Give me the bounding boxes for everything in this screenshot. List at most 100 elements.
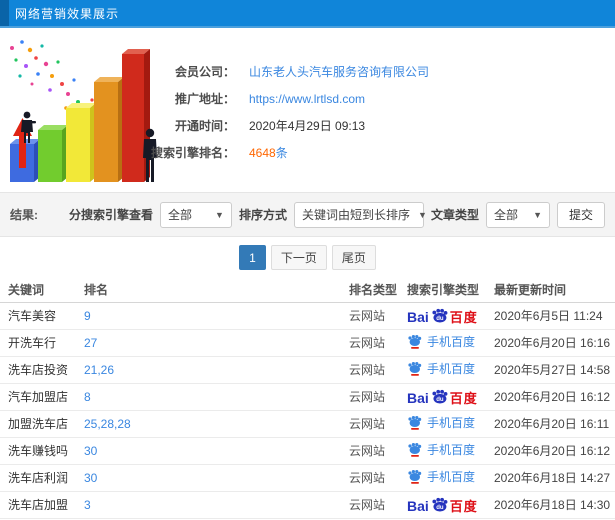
keyword-cell: 开洗车行	[0, 329, 80, 357]
rank-type-cell: 云网站	[345, 356, 403, 384]
rank-type-cell: 云网站	[345, 383, 403, 411]
page-header: 网络营销效果展示	[0, 0, 615, 28]
svg-text:du: du	[436, 504, 444, 510]
baidu-logo: Bai du 百度	[407, 307, 478, 324]
info-row-company: 会员公司： 山东老人头汽车服务咨询有限公司	[140, 58, 610, 85]
rank-cell: 9	[80, 302, 345, 330]
results-table: 关键词 排名 排名类型 搜索引擎类型 最新更新时间 汽车美容 9 云网站 Bai	[0, 278, 615, 519]
table-row: 洗车店利润 30 云网站 Bai du 百度	[0, 464, 615, 492]
updated-cell: 2020年5月27日 14:58	[490, 356, 615, 384]
updated-header: 最新更新时间	[490, 278, 615, 303]
svg-text:du: du	[436, 315, 444, 321]
rank-type-header: 排名类型	[345, 278, 403, 303]
rank-type-cell: 云网站	[345, 329, 403, 357]
baidu-logo-bai-text: Bai	[407, 308, 429, 325]
baidu-logo-cn-text: 百度	[449, 390, 478, 406]
updated-cell: 2020年6月18日 14:30	[490, 491, 615, 519]
baidu-logo-cn-text: 百度	[449, 309, 478, 325]
result-label: 结果:	[10, 208, 38, 222]
info-row-url: 推广地址： https://www.lrtlsd.com	[140, 85, 610, 112]
next-page-button[interactable]: 下一页	[270, 245, 327, 270]
article-type-select[interactable]: 全部 ▼	[485, 201, 550, 228]
keyword-cell: 洗车店利润	[0, 464, 80, 492]
engine-cell: Bai du 百度	[403, 302, 490, 330]
rank-count-suffix: 条	[275, 146, 288, 160]
rank-cell: 30	[80, 437, 345, 465]
rank-type-cell: 云网站	[345, 491, 403, 519]
keyword-cell: 洗车店加盟	[0, 491, 80, 519]
updated-cell: 2020年6月20日 16:11	[490, 410, 615, 438]
top-section: 会员公司： 山东老人头汽车服务咨询有限公司 推广地址： https://www.…	[0, 28, 615, 192]
rank-count-number: 4648	[249, 146, 276, 160]
sort-value: 关键词由短到长排序	[301, 208, 410, 222]
engine-cell: Bai du 百度	[403, 383, 490, 411]
mobile-baidu-paw-icon	[408, 416, 422, 430]
mobile-baidu-badge: 手机百度	[407, 468, 475, 485]
baidu-paw-icon: du	[430, 389, 449, 406]
engine-cell: Bai du 百度	[403, 356, 490, 384]
chevron-down-icon: ▼	[417, 209, 427, 220]
keyword-cell: 汽车美容	[0, 302, 80, 330]
info-row-open-time: 开通时间： 2020年4月29日 09:13	[140, 112, 610, 139]
last-page-button[interactable]: 尾页	[331, 245, 376, 270]
growth-chart-illustration	[2, 32, 160, 188]
promo-url-label: 推广地址：	[174, 92, 235, 106]
rank-cell: 30	[80, 464, 345, 492]
table-row: 洗车店加盟 3 云网站 Bai du 百度 2020年6月18日 14:30	[0, 491, 615, 519]
chevron-down-icon: ▼	[215, 209, 224, 220]
baidu-paw-icon: du	[430, 308, 449, 325]
baidu-logo-cn-text: 百度	[449, 498, 478, 514]
table-header-row: 关键词 排名 排名类型 搜索引擎类型 最新更新时间	[0, 278, 615, 303]
table-row: 开洗车行 27 云网站 Bai du 百度	[0, 329, 615, 357]
engine-filter-label: 分搜索引擎查看	[68, 208, 153, 222]
keyword-cell: 洗车店投资	[0, 356, 80, 384]
baidu-logo-bai-text: Bai	[407, 497, 429, 514]
updated-cell: 2020年6月20日 16:12	[490, 383, 615, 411]
rank-cell: 21,26	[80, 356, 345, 384]
engine-cell: Bai du 百度	[403, 410, 490, 438]
bar-yellow	[66, 103, 96, 182]
open-time-label: 开通时间：	[174, 119, 235, 133]
rank-type-cell: 云网站	[345, 437, 403, 465]
rank-count-label: 搜索引擎排名：	[150, 146, 235, 160]
bar-green	[38, 125, 68, 182]
mobile-baidu-badge: 手机百度	[407, 360, 475, 377]
engine-filter-select[interactable]: 全部 ▼	[159, 201, 232, 228]
rank-cell: 27	[80, 329, 345, 357]
mobile-baidu-paw-icon	[408, 443, 422, 457]
engine-cell: Bai du 百度	[403, 437, 490, 465]
engine-cell: Bai du 百度	[403, 491, 490, 519]
filter-controls: 分搜索引擎查看 全部 ▼ 排序方式 关键词由短到长排序 ▼ 文章类型 全部 ▼ …	[68, 201, 605, 228]
table-row: 洗车店投资 21,26 云网站 Bai du 百度	[0, 356, 615, 384]
mobile-baidu-badge: 手机百度	[407, 414, 475, 431]
baidu-logo-bai-text: Bai	[407, 389, 429, 406]
mobile-baidu-paw-icon	[408, 362, 422, 376]
table-row: 洗车赚钱吗 30 云网站 Bai du 百度	[0, 437, 615, 465]
page-1-button[interactable]: 1	[239, 245, 266, 270]
table-row: 加盟洗车店 25,28,28 云网站 Bai du 百度	[0, 410, 615, 438]
promo-url-link[interactable]: https://www.lrtlsd.com	[249, 92, 365, 106]
sort-select[interactable]: 关键词由短到长排序 ▼	[293, 201, 427, 228]
sort-label: 排序方式	[238, 208, 287, 222]
filter-bar: 结果: 分搜索引擎查看 全部 ▼ 排序方式 关键词由短到长排序 ▼ 文章类型 全…	[0, 192, 615, 237]
keyword-cell: 洗车赚钱吗	[0, 437, 80, 465]
bar-orange	[94, 77, 124, 182]
article-type-label: 文章类型	[430, 208, 479, 222]
article-type-value: 全部	[493, 208, 518, 222]
updated-cell: 2020年6月20日 16:16	[490, 329, 615, 357]
mobile-baidu-paw-icon	[408, 335, 422, 349]
mobile-baidu-paw-icon	[408, 470, 422, 484]
rank-cell: 25,28,28	[80, 410, 345, 438]
mobile-baidu-label: 手机百度	[427, 335, 476, 349]
rank-type-cell: 云网站	[345, 464, 403, 492]
baidu-logo: Bai du 百度	[407, 496, 478, 513]
company-name-link[interactable]: 山东老人头汽车服务咨询有限公司	[249, 63, 429, 80]
submit-button[interactable]: 提交	[556, 201, 605, 228]
updated-cell: 2020年6月18日 14:27	[490, 464, 615, 492]
updated-cell: 2020年6月20日 16:12	[490, 437, 615, 465]
open-time-value: 2020年4月29日 09:13	[249, 119, 366, 133]
mobile-baidu-label: 手机百度	[427, 362, 476, 376]
company-label: 会员公司：	[174, 65, 235, 79]
growth-bars-illustration-svg	[10, 40, 157, 182]
keyword-cell: 加盟洗车店	[0, 410, 80, 438]
